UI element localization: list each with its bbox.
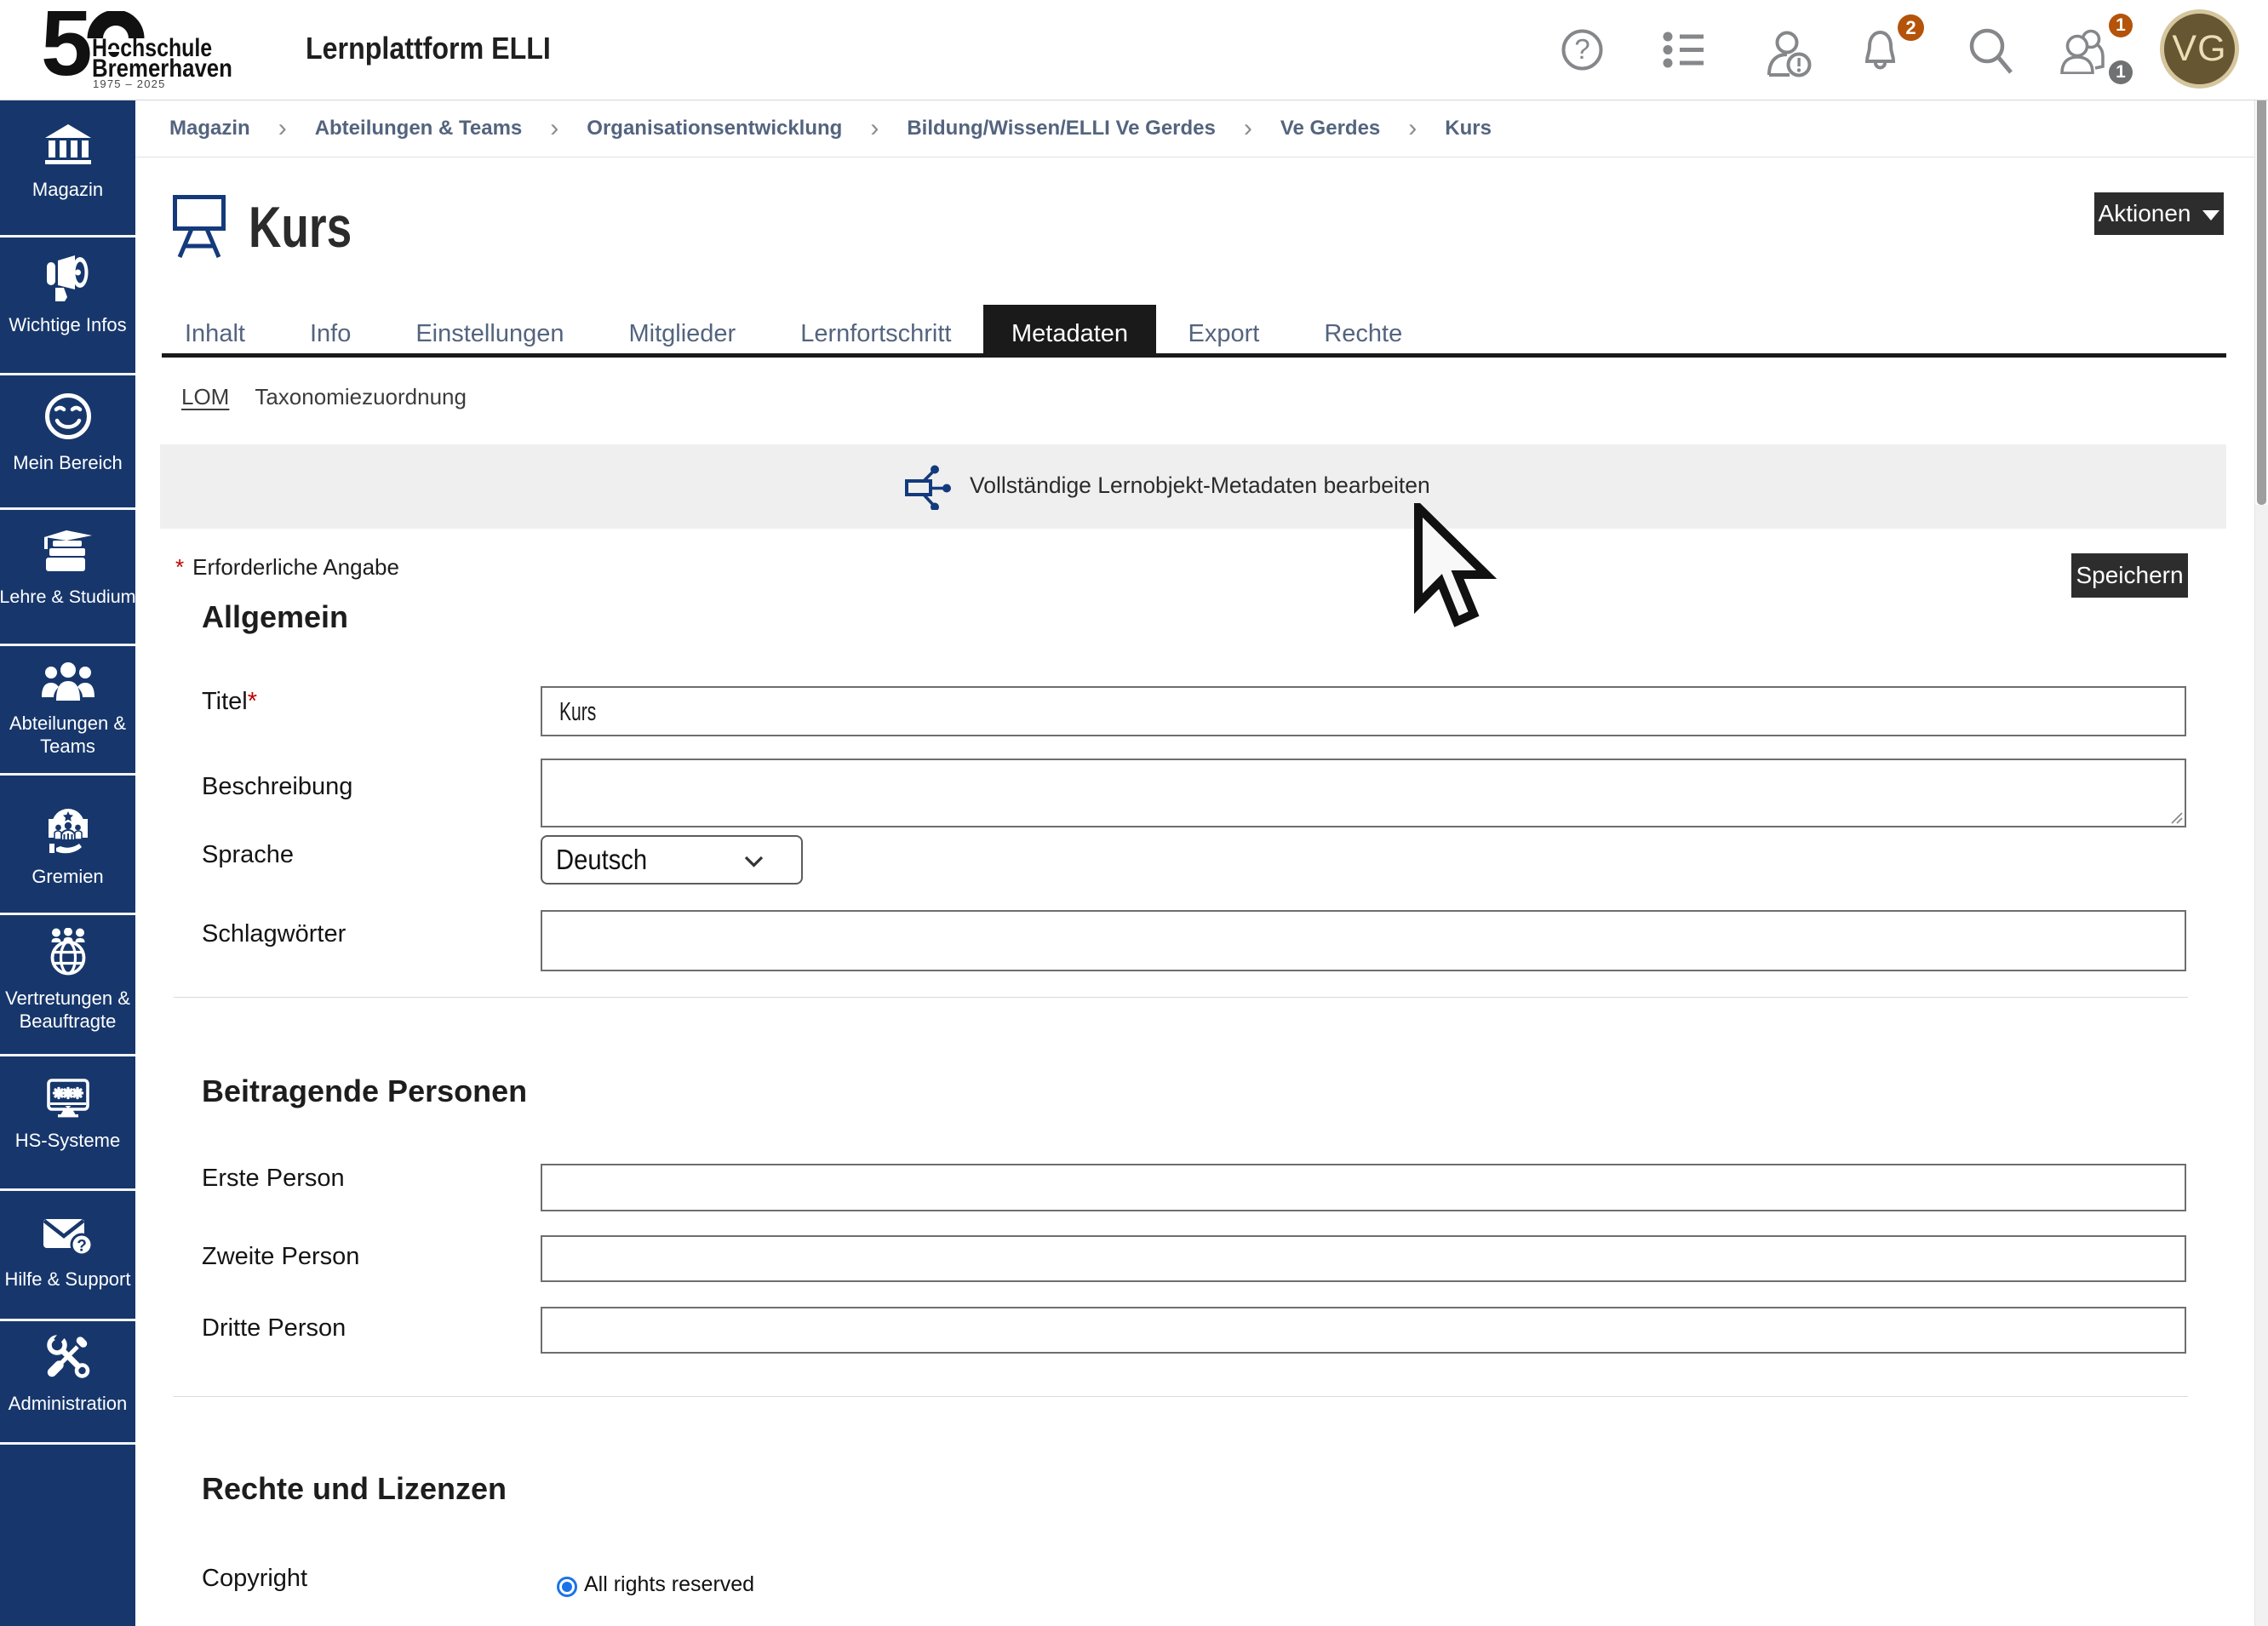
svg-text:?: ? bbox=[1574, 33, 1589, 65]
svg-text:?: ? bbox=[77, 1237, 87, 1255]
